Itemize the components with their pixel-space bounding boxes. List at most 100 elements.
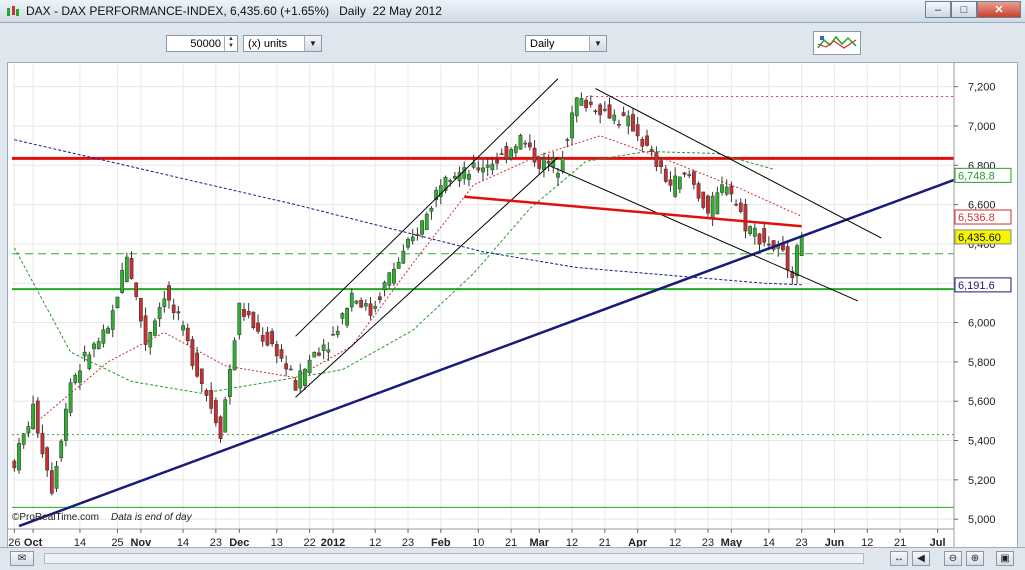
candle-body bbox=[560, 157, 565, 172]
candle-body bbox=[298, 370, 303, 389]
candle-body bbox=[762, 228, 767, 243]
candle-body bbox=[532, 147, 537, 163]
candle-body bbox=[326, 349, 331, 353]
candle-body bbox=[396, 261, 401, 269]
fit-button[interactable]: ▣ bbox=[996, 551, 1014, 566]
candle-body bbox=[734, 203, 738, 206]
candle-body bbox=[593, 110, 598, 113]
x-tick-label: 14 bbox=[177, 537, 189, 547]
candle-body bbox=[476, 167, 481, 171]
x-tick-label: Jun bbox=[825, 537, 845, 547]
candle-body bbox=[35, 400, 40, 434]
data-note: Data is end of day bbox=[111, 512, 193, 523]
zoom-out-button[interactable]: ⊖ bbox=[944, 551, 962, 566]
candle-body bbox=[293, 380, 298, 391]
candle-body bbox=[387, 272, 392, 286]
envelope-button[interactable]: ✉ bbox=[10, 551, 34, 566]
trendline-down-upper bbox=[595, 88, 882, 239]
candle-body bbox=[190, 339, 195, 366]
x-tick-label: 12 bbox=[669, 537, 681, 547]
candle-body bbox=[167, 285, 171, 301]
candle-body bbox=[546, 160, 551, 164]
minimize-button[interactable]: – bbox=[925, 1, 951, 18]
x-axis: 26 Oct 14 25 Nov 14 23 Dec 13 22 2012 12 23 Feb 10 21 Ma… bbox=[8, 528, 954, 549]
candle-body bbox=[73, 375, 78, 383]
candle-body bbox=[640, 139, 645, 147]
candle-body bbox=[110, 310, 115, 330]
candle-body bbox=[602, 108, 607, 111]
close-button[interactable]: ✕ bbox=[977, 1, 1021, 18]
trendline-channel-low bbox=[295, 157, 559, 398]
candle-body bbox=[345, 308, 349, 326]
candle-body bbox=[617, 123, 621, 126]
candle-body bbox=[424, 213, 429, 231]
candle-body bbox=[481, 167, 485, 173]
window-controls: – □ ✕ bbox=[925, 1, 1021, 19]
envelope-icon: ✉ bbox=[17, 553, 27, 564]
candle-body bbox=[134, 282, 139, 297]
candle-body bbox=[406, 238, 410, 248]
candle-body bbox=[663, 168, 668, 182]
candle-body bbox=[153, 320, 157, 336]
x-tick-label: 22 bbox=[303, 537, 315, 547]
timeframe-select[interactable]: Daily ▼ bbox=[525, 35, 607, 52]
scale-button[interactable]: ↔ bbox=[890, 551, 908, 566]
candle-body bbox=[185, 327, 190, 342]
candle-body bbox=[312, 351, 317, 358]
candle-body bbox=[12, 460, 17, 469]
candle-body bbox=[378, 296, 382, 301]
candle-body bbox=[101, 329, 106, 344]
candle-body bbox=[40, 433, 45, 455]
x-tick-label: 23 bbox=[796, 537, 808, 547]
zoom-out-icon: ⊖ bbox=[948, 553, 958, 564]
x-tick-label: 14 bbox=[74, 537, 86, 547]
candle-body bbox=[138, 298, 143, 322]
instrument-title: DAX - DAX PERFORMANCE-INDEX bbox=[26, 4, 224, 18]
candle-body bbox=[232, 340, 237, 371]
y-tick-label: 7,000 bbox=[968, 121, 996, 133]
candle-body bbox=[199, 368, 204, 384]
price-label: 6,748.8 bbox=[958, 170, 995, 182]
units-select[interactable]: (x) units ▼ bbox=[243, 35, 322, 52]
chart-area[interactable]: 5,0005,2005,4005,6005,8006,0006,2006,400… bbox=[7, 62, 1018, 549]
y-tick-label: 7,200 bbox=[968, 82, 996, 94]
candle-body bbox=[631, 114, 635, 132]
zoom-in-button[interactable]: ⊕ bbox=[966, 551, 984, 566]
candle-body bbox=[120, 269, 125, 293]
candle-body bbox=[495, 159, 499, 164]
horizontal-scrollbar[interactable] bbox=[44, 553, 864, 564]
candle-body bbox=[607, 104, 612, 119]
candle-body bbox=[785, 246, 790, 271]
candle-body bbox=[223, 399, 228, 433]
price-change: (+1.65%) bbox=[280, 4, 330, 18]
candle-body bbox=[682, 172, 687, 175]
quantity-value: 50000 bbox=[190, 38, 221, 50]
scroll-left-button[interactable]: ◀ bbox=[912, 551, 930, 566]
x-tick-label: 12 bbox=[861, 537, 873, 547]
price-chart[interactable]: 5,0005,2005,4005,6005,8006,0006,2006,400… bbox=[8, 63, 1017, 549]
trendline-neckline bbox=[464, 195, 802, 228]
candle-body bbox=[78, 370, 82, 383]
candle-body bbox=[537, 156, 542, 169]
quantity-stepper[interactable]: 50000 ▲ ▼ bbox=[166, 35, 238, 52]
candle-body bbox=[270, 331, 274, 345]
trendline-channel-high bbox=[295, 78, 559, 337]
x-tick-label: 23 bbox=[210, 537, 222, 547]
candle-body bbox=[649, 149, 654, 153]
candle-body bbox=[467, 174, 471, 180]
candle-body bbox=[720, 184, 724, 193]
candle-body bbox=[274, 344, 279, 357]
timeframe-value: Daily bbox=[530, 38, 555, 50]
candle-body bbox=[21, 433, 26, 445]
candle-body bbox=[54, 465, 59, 489]
candle-body bbox=[513, 146, 518, 153]
y-tick-label: 6,000 bbox=[968, 318, 996, 330]
candle-body bbox=[368, 303, 373, 316]
x-tick-label: 23 bbox=[402, 537, 414, 547]
candle-body bbox=[410, 236, 415, 242]
candle-body bbox=[129, 257, 134, 279]
title-bar: DAX - DAX PERFORMANCE-INDEX, 6,435.60 (+… bbox=[0, 0, 1025, 23]
maximize-button[interactable]: □ bbox=[951, 1, 977, 18]
indicators-button[interactable] bbox=[813, 31, 861, 55]
stepper-arrows-icon[interactable]: ▲ ▼ bbox=[224, 36, 237, 51]
